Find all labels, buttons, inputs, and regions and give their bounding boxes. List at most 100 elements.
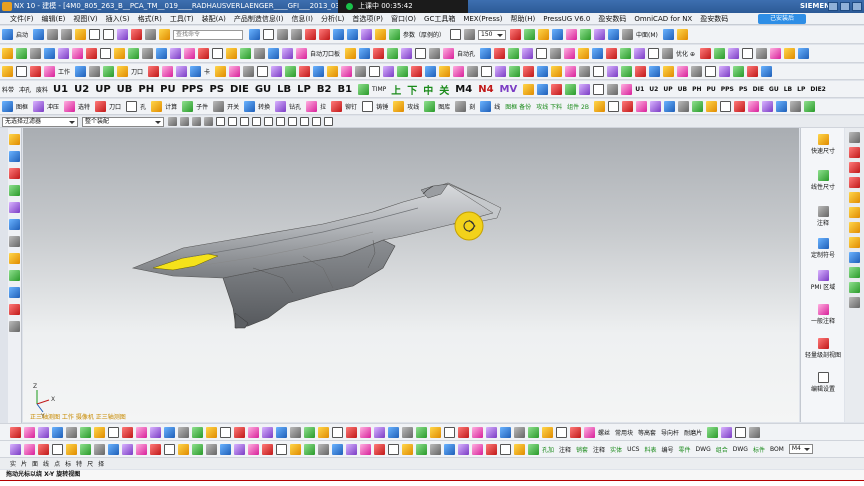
redo-icon[interactable] <box>61 29 73 40</box>
drafting-tool-icon[interactable] <box>80 426 91 438</box>
history-icon[interactable] <box>9 236 20 247</box>
render-icon[interactable] <box>580 29 592 40</box>
sketch-tool-icon[interactable] <box>136 443 147 455</box>
undo-icon[interactable] <box>47 29 59 40</box>
mold-tool-icon[interactable] <box>481 66 493 77</box>
mold-tool-icon[interactable] <box>691 66 703 77</box>
snap-icon[interactable] <box>204 117 213 126</box>
mold-tool-icon[interactable] <box>30 66 41 77</box>
drafting-tool-icon[interactable] <box>290 426 301 438</box>
feature-tool-icon[interactable] <box>606 48 618 59</box>
plate-button-small[interactable]: LB <box>784 86 792 93</box>
pmi-tool-button[interactable]: 快速尺寸 <box>801 134 845 155</box>
offset-icon[interactable] <box>524 29 536 40</box>
settings-icon[interactable] <box>9 321 20 332</box>
sketch-tool-icon[interactable] <box>108 443 119 455</box>
menu-item[interactable]: 信息(I) <box>291 14 313 24</box>
curve-icon[interactable] <box>277 29 289 40</box>
mold-tool-icon[interactable] <box>733 66 745 77</box>
feature-tool-icon[interactable] <box>387 48 399 59</box>
bom-tool-sublabel[interactable]: DWG <box>733 446 748 453</box>
feature-tool-icon[interactable] <box>620 48 632 59</box>
selection-type-label[interactable]: 片 <box>21 459 27 468</box>
drafting-tool-icon[interactable] <box>528 426 539 438</box>
measure-icon[interactable] <box>538 29 550 40</box>
feature-tool-icon[interactable] <box>72 48 83 59</box>
pmi-tool-button[interactable]: PMI 区域 <box>801 270 845 291</box>
grid-icon[interactable] <box>263 29 275 40</box>
system-material-icon[interactable] <box>9 253 20 264</box>
plate-button-small[interactable]: UP <box>663 86 672 93</box>
feature-tool-icon[interactable] <box>184 48 195 59</box>
menu-item[interactable]: OmniCAD for NX <box>634 15 692 23</box>
drafting-tool-icon[interactable] <box>721 426 733 438</box>
mold-tool-icon[interactable] <box>425 66 437 77</box>
layer-icon[interactable] <box>608 29 620 40</box>
intersect-icon[interactable] <box>252 117 261 126</box>
die-tool-icon[interactable] <box>306 101 318 112</box>
die-tool-icon[interactable] <box>182 101 194 112</box>
die-tool-icon[interactable] <box>331 101 343 112</box>
die-tool-label[interactable]: 计算 <box>165 102 177 111</box>
strip-tool-icon[interactable] <box>849 267 860 278</box>
feature-tool-icon[interactable] <box>699 48 711 59</box>
drafting-tool-icon[interactable] <box>584 426 595 438</box>
drafting-tool-icon[interactable] <box>486 426 497 438</box>
sketch-tool-icon[interactable] <box>248 443 259 455</box>
plate-button[interactable]: U1 <box>53 84 68 95</box>
menu-item[interactable]: 首选项(P) <box>352 14 383 24</box>
die-tool-icon[interactable] <box>663 101 675 112</box>
spline-icon[interactable] <box>319 29 331 40</box>
bom-tool-label[interactable]: 实体 <box>610 445 622 454</box>
mold-tool-icon[interactable] <box>103 66 115 77</box>
die-tool-icon[interactable] <box>362 101 374 112</box>
die-tool-label[interactable]: 铸锤 <box>376 102 388 111</box>
drafting-tool-icon[interactable] <box>304 426 315 438</box>
bom-tool-label[interactable]: 孔加 <box>542 445 554 454</box>
feature-tool-icon[interactable] <box>713 48 725 59</box>
die-tool-button[interactable]: 图框 备份 <box>505 102 531 111</box>
bom-tool-sublabel[interactable]: 编号 <box>661 445 673 454</box>
sketch-tool-icon[interactable] <box>402 443 413 455</box>
drafting-tool-icon[interactable] <box>556 426 567 438</box>
part-navigator-icon[interactable] <box>9 151 20 162</box>
drafting-tool-icon[interactable] <box>570 426 581 438</box>
strip-tool-icon[interactable] <box>849 222 860 233</box>
tangent-icon[interactable] <box>276 117 285 126</box>
selection-type-label[interactable]: 点 <box>54 459 60 468</box>
mold-tool-icon[interactable] <box>89 66 101 77</box>
block-icon[interactable] <box>333 29 345 40</box>
die-tool-label[interactable]: 开关 <box>227 102 239 111</box>
bom-tool-label[interactable]: 组合 <box>716 445 728 454</box>
sketch-tool-icon[interactable] <box>178 443 189 455</box>
drafting-tool-icon[interactable] <box>416 426 427 438</box>
feature-tool-icon[interactable] <box>268 48 279 59</box>
plate-button-small[interactable]: DIE2 <box>810 86 826 93</box>
assembly-scope-select[interactable]: 整个装配 <box>82 116 164 127</box>
sketch-tool-icon[interactable] <box>38 443 49 455</box>
feature-tool-icon[interactable] <box>578 48 590 59</box>
quadrant-icon[interactable] <box>264 117 273 126</box>
die-tool-icon[interactable] <box>761 101 773 112</box>
mold-tool-icon[interactable] <box>621 66 633 77</box>
die-tool-icon[interactable] <box>649 101 661 112</box>
sketch-tool-icon[interactable] <box>24 443 35 455</box>
graphics-viewport[interactable]: Z X Y <box>23 128 799 422</box>
die-tool-label[interactable]: 铆钉 <box>345 102 357 111</box>
feature-tool-icon[interactable] <box>648 48 660 59</box>
extrude-icon[interactable] <box>145 29 157 40</box>
sketch-tool-icon[interactable] <box>290 443 301 455</box>
standard-part-label[interactable]: 常用块 <box>615 428 633 437</box>
mold-tool-icon[interactable] <box>243 66 255 77</box>
strip-tool-icon[interactable] <box>849 282 860 293</box>
sketch-tool-icon[interactable] <box>150 443 161 455</box>
midpoint-icon[interactable] <box>228 117 237 126</box>
timp-label[interactable]: TIMP <box>372 86 386 93</box>
plate-button-small[interactable]: DIE <box>753 86 764 93</box>
menu-item[interactable]: 帮助(H) <box>510 14 535 24</box>
window-icon[interactable] <box>117 29 129 40</box>
feature-tool-icon[interactable] <box>429 48 441 59</box>
feature-tool-icon[interactable] <box>443 48 455 59</box>
menu-item[interactable]: 窗口(O) <box>391 14 416 24</box>
mold-tool-icon[interactable] <box>271 66 283 77</box>
